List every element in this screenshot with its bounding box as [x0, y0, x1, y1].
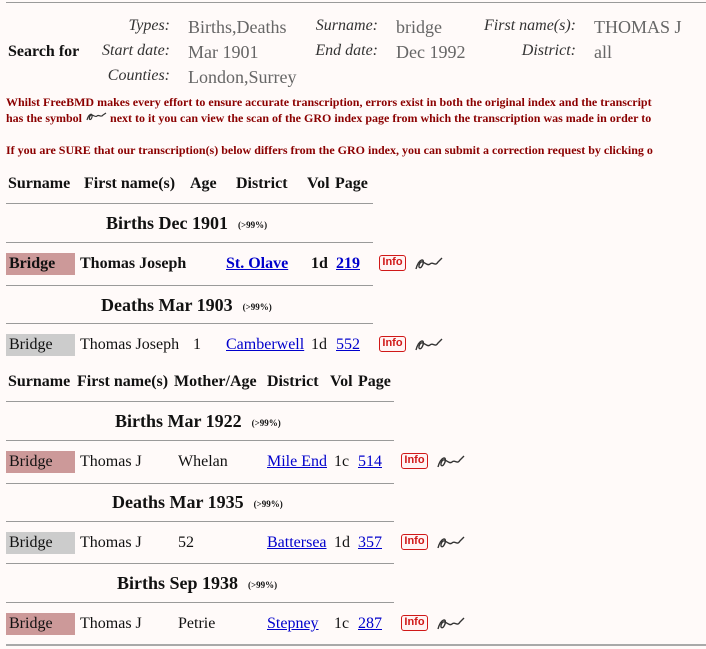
col-district: District: [267, 373, 319, 390]
notice-line-3: If you are SURE that our transcription(s…: [6, 143, 653, 157]
age-cell: 1: [193, 336, 201, 353]
col-page: Page: [358, 373, 391, 390]
col-first-names: First name(s): [77, 373, 169, 390]
types-value: Births,Deaths: [188, 17, 287, 37]
info-button[interactable]: Info: [401, 615, 428, 631]
bottom-rule: [6, 644, 706, 646]
group-heading-deaths-mar-1935: Deaths Mar 1935 (>99%): [112, 492, 283, 513]
divider: [6, 521, 394, 522]
start-date-value: Mar 1901: [188, 42, 259, 62]
col-page: Page: [335, 175, 368, 192]
col-vol: Vol: [307, 175, 330, 192]
info-button[interactable]: Info: [401, 534, 428, 550]
types-label: Types:: [128, 17, 170, 34]
surname-cell: Bridge: [6, 451, 75, 473]
district-value: all: [594, 42, 612, 62]
info-button[interactable]: Info: [401, 453, 428, 469]
page-link[interactable]: 287: [358, 615, 382, 633]
scan-view-icon[interactable]: [414, 337, 444, 353]
surname-cell: Bridge: [6, 253, 75, 275]
divider: [6, 285, 373, 286]
group-heading-births-dec-1901: Births Dec 1901 (>99%): [106, 213, 267, 234]
group-title: Births Dec 1901: [106, 213, 228, 233]
surname-value: bridge: [396, 17, 442, 37]
group-heading-births-sep-1938: Births Sep 1938 (>99%): [117, 573, 277, 594]
page-link[interactable]: 514: [358, 453, 382, 471]
col-mother-age: Mother/Age: [174, 373, 257, 390]
vol-cell: 1d: [334, 534, 350, 551]
page-link[interactable]: 552: [336, 336, 360, 354]
col-vol: Vol: [330, 373, 353, 390]
divider: [6, 440, 394, 441]
age-cell: 52: [178, 534, 194, 551]
group-title: Births Mar 1922: [115, 411, 242, 431]
district-label: District:: [521, 42, 576, 59]
first-name-cell: Thomas J: [80, 453, 142, 470]
divider: [6, 602, 394, 603]
vol-cell: 1c: [334, 453, 350, 470]
first-names-value: THOMAS J: [594, 17, 682, 37]
first-name-cell: Thomas J: [80, 534, 142, 551]
surname-cell: Bridge: [6, 613, 75, 635]
confidence-badge: (>99%): [242, 301, 272, 312]
divider: [6, 323, 373, 324]
top-rule: [6, 2, 706, 3]
end-date-label: End date:: [315, 42, 378, 59]
district-link[interactable]: Battersea: [267, 534, 327, 552]
vol-cell: 1c: [334, 615, 350, 632]
notice-line-2: has the symbol next to it you can view t…: [6, 111, 651, 126]
confidence-badge: (>99%): [248, 579, 278, 590]
group-title: Deaths Mar 1935: [112, 492, 244, 512]
vol-cell: 1d: [311, 336, 327, 353]
district-link[interactable]: Camberwell: [226, 336, 304, 354]
confidence-badge: (>99%): [237, 219, 268, 230]
group-title: Deaths Mar 1903: [101, 295, 233, 315]
info-button[interactable]: Info: [379, 336, 406, 352]
notice-line-2-a: has the symbol: [6, 111, 83, 125]
col-age: Age: [190, 175, 217, 192]
divider: [6, 203, 373, 204]
notice-line-1: Whilst FreeBMD makes every effort to ens…: [6, 95, 652, 109]
vol-cell: 1d: [311, 255, 328, 272]
col-surname: Surname: [8, 175, 71, 192]
district-link[interactable]: St. Olave: [226, 255, 288, 273]
search-for-label: Search for: [8, 43, 80, 60]
confidence-badge: (>99%): [251, 417, 281, 428]
surname-cell: Bridge: [6, 334, 75, 356]
scan-symbol-icon: [85, 111, 107, 126]
col-first-names: First name(s): [84, 175, 176, 192]
first-name-cell: Thomas Joseph: [80, 336, 180, 353]
group-heading-deaths-mar-1903: Deaths Mar 1903 (>99%): [101, 295, 272, 316]
scan-view-icon[interactable]: [436, 535, 466, 551]
scan-view-icon[interactable]: [436, 616, 466, 632]
divider: [6, 483, 394, 484]
info-button[interactable]: Info: [379, 255, 406, 271]
district-link[interactable]: Mile End: [267, 453, 327, 471]
col-surname: Surname: [8, 373, 71, 390]
divider: [6, 242, 373, 243]
counties-label: Counties:: [107, 67, 170, 84]
first-name-cell: Thomas J: [80, 615, 142, 632]
page-link[interactable]: 219: [336, 255, 360, 273]
mother-cell: Whelan: [178, 453, 228, 470]
start-date-label: Start date:: [102, 42, 170, 59]
group-title: Births Sep 1938: [117, 573, 239, 593]
district-link[interactable]: Stepney: [267, 615, 319, 633]
scan-view-icon[interactable]: [436, 454, 466, 470]
first-names-label: First name(s):: [484, 17, 576, 34]
divider: [6, 563, 394, 564]
divider: [6, 401, 394, 402]
group-heading-births-mar-1922: Births Mar 1922 (>99%): [115, 411, 281, 432]
surname-cell: Bridge: [6, 532, 75, 554]
col-district: District: [236, 175, 288, 192]
counties-value: London,Surrey: [188, 67, 297, 87]
page-link[interactable]: 357: [358, 534, 382, 552]
first-name-cell: Thomas Joseph: [80, 255, 187, 272]
notice-line-2-b: next to it you can view the scan of the …: [110, 111, 652, 125]
surname-label: Surname:: [315, 17, 378, 34]
end-date-value: Dec 1992: [396, 42, 466, 62]
scan-view-icon[interactable]: [414, 256, 444, 272]
mother-cell: Petrie: [178, 615, 216, 632]
confidence-badge: (>99%): [253, 498, 283, 509]
